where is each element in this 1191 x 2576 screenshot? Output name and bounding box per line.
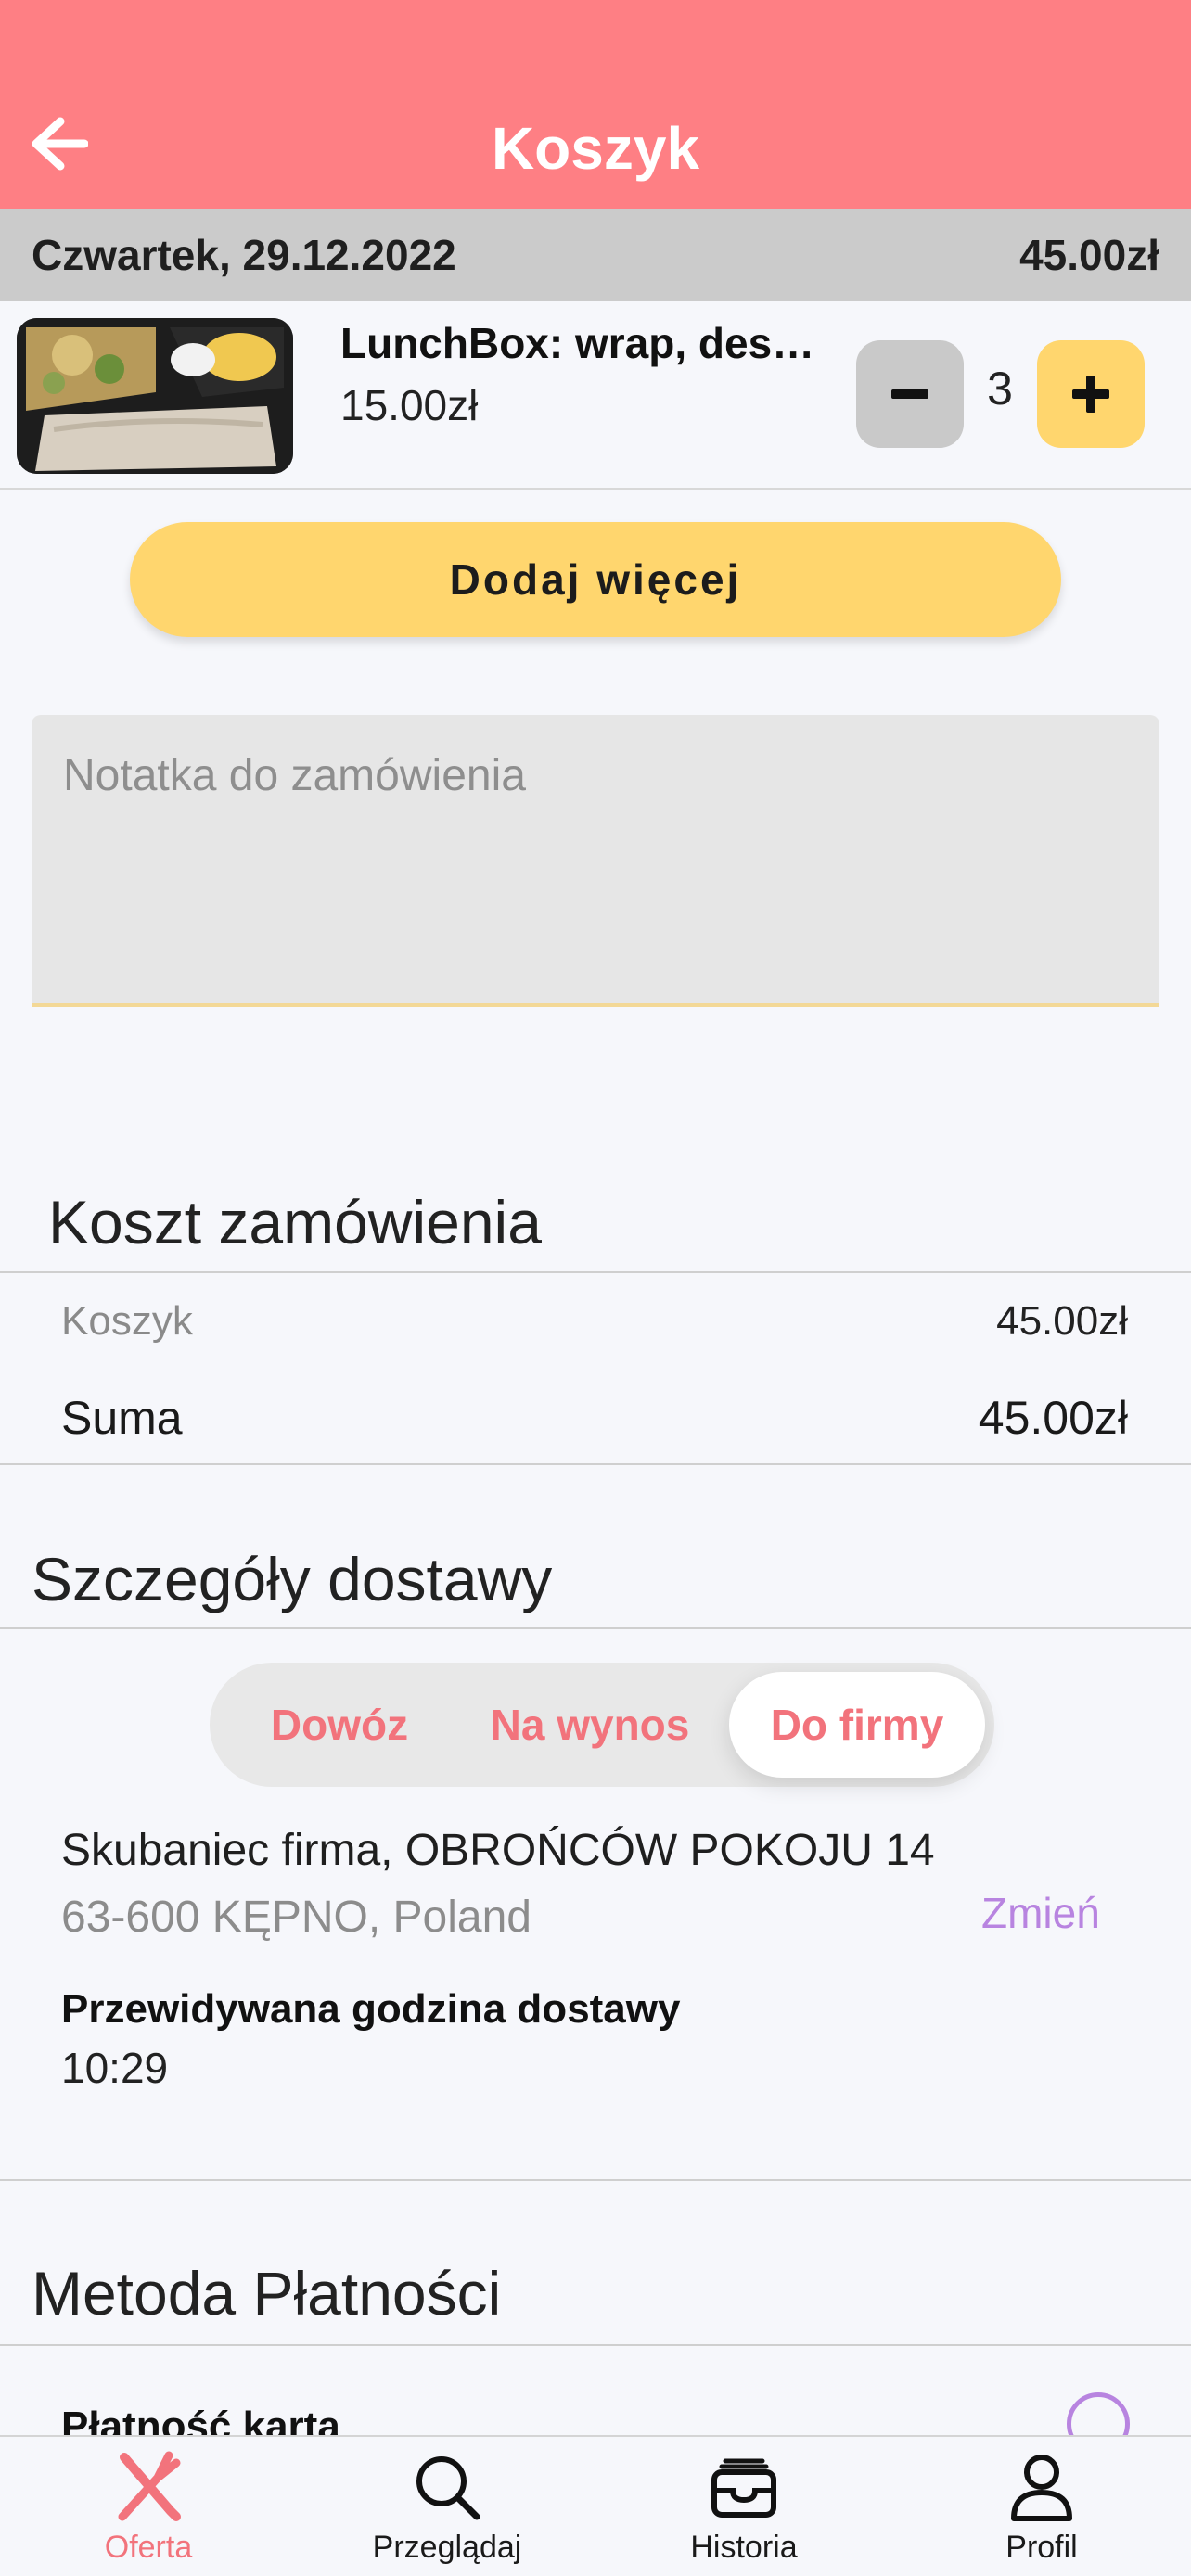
increase-quantity-button[interactable] — [1037, 340, 1145, 448]
tab-label: Oferta — [104, 2530, 193, 2565]
eta-value: 10:29 — [61, 2044, 169, 2092]
delivery-type-selector: Dowóz Na wynos Do firmy — [210, 1663, 994, 1787]
divider — [0, 1463, 1191, 1465]
order-cost-title: Koszt zamówienia — [48, 1188, 542, 1256]
eta-label: Przewidywana godzina dostawy — [61, 1986, 681, 2032]
tab-label: Historia — [690, 2530, 798, 2565]
delivery-date: Czwartek, 29.12.2022 — [32, 231, 456, 279]
address-line-1: Skubaniec firma, OBROŃCÓW POKOJU 14 — [61, 1826, 935, 1875]
order-note-field[interactable] — [32, 715, 1159, 1007]
option-delivery[interactable]: Dowóz — [237, 1663, 442, 1787]
tab-label: Profil — [1005, 2530, 1078, 2565]
payment-method-title: Metoda Płatności — [32, 2259, 502, 2327]
cart-item: LunchBox: wrap, des… 15.00zł 3 — [0, 301, 1191, 490]
cart-cost-value: 45.00zł — [996, 1298, 1128, 1344]
address-line-2: 63-600 KĘPNO, Poland — [61, 1893, 531, 1942]
item-price: 15.00zł — [340, 381, 479, 429]
option-to-company[interactable]: Do firmy — [729, 1672, 985, 1778]
option-takeaway[interactable]: Na wynos — [460, 1663, 720, 1787]
tab-oferta[interactable]: Oferta — [46, 2450, 250, 2570]
date-bar: Czwartek, 29.12.2022 45.00zł — [0, 209, 1191, 301]
quantity-value: 3 — [987, 363, 1013, 414]
fork-knife-icon — [111, 2450, 186, 2524]
page-title: Koszyk — [491, 115, 700, 182]
product-image — [17, 318, 293, 474]
delivery-details-title: Szczegóły dostawy — [32, 1545, 553, 1613]
tab-przegladaj[interactable]: Przeglądaj — [345, 2450, 549, 2570]
sum-row: Suma 45.00zł — [61, 1391, 1128, 1445]
tab-historia[interactable]: Historia — [642, 2450, 846, 2570]
plus-icon — [1072, 376, 1109, 413]
header-bar: Koszyk — [0, 0, 1191, 209]
tab-profil[interactable]: Profil — [940, 2450, 1144, 2570]
change-address-link[interactable]: Zmień — [981, 1888, 1100, 1938]
cart-cost-label: Koszyk — [61, 1298, 193, 1344]
tab-label: Przeglądaj — [372, 2530, 522, 2565]
sum-value: 45.00zł — [978, 1392, 1128, 1444]
divider — [0, 2179, 1191, 2181]
divider — [0, 1627, 1191, 1629]
cart-cost-row: Koszyk 45.00zł — [61, 1298, 1128, 1345]
add-more-button[interactable]: Dodaj więcej — [130, 522, 1061, 637]
bottom-tab-bar: Oferta Przeglądaj Historia Profil — [0, 2435, 1191, 2576]
inbox-icon — [707, 2450, 781, 2524]
item-name: LunchBox: wrap, des… — [340, 319, 815, 367]
sum-label: Suma — [61, 1392, 183, 1444]
minus-icon — [891, 389, 928, 399]
user-icon — [1005, 2450, 1079, 2524]
divider — [0, 1271, 1191, 1273]
divider — [0, 2344, 1191, 2346]
date-total: 45.00zł — [1019, 231, 1159, 279]
decrease-quantity-button[interactable] — [856, 340, 964, 448]
search-icon — [410, 2450, 484, 2524]
